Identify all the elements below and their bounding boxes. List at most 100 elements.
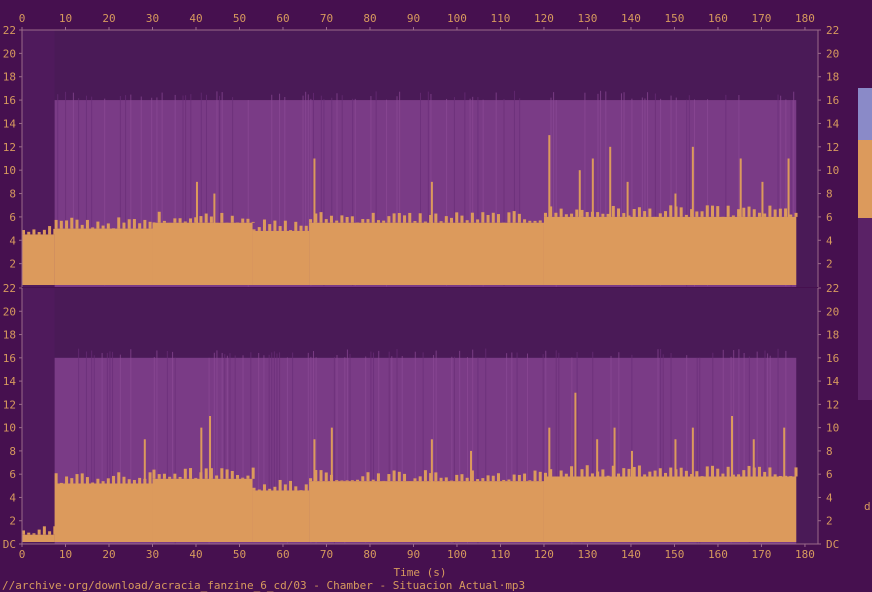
- band-edge: [366, 219, 370, 223]
- y-tick-label: 18: [826, 71, 839, 84]
- band-edge: [648, 471, 652, 477]
- band-edge: [268, 488, 272, 491]
- x-tick-label: 70: [320, 12, 333, 25]
- band-edge: [194, 477, 198, 479]
- y-tick-label: 6: [9, 468, 16, 481]
- y-tick-label: 16: [3, 352, 16, 365]
- spectral-peak: [574, 392, 577, 498]
- band-edge: [397, 471, 401, 482]
- band-edge: [75, 219, 79, 229]
- band-edge: [601, 213, 605, 217]
- y-tick-label: 16: [3, 94, 16, 107]
- band-edge: [778, 208, 782, 217]
- band-edge: [112, 475, 116, 484]
- band-edge: [59, 482, 63, 484]
- band-edge: [117, 217, 121, 229]
- band-edge: [538, 471, 542, 482]
- band-edge: [162, 473, 166, 479]
- x-tick-label: 30: [146, 12, 159, 25]
- band-edge: [376, 220, 380, 223]
- band-edge: [768, 205, 772, 217]
- loud-band-segment: [309, 481, 544, 542]
- band-edge: [622, 468, 626, 477]
- band-edge: [273, 486, 277, 491]
- colorbar-peak-band: [858, 88, 872, 140]
- band-edge: [345, 480, 349, 482]
- band-edge: [294, 221, 298, 231]
- x-tick-label: 180: [795, 12, 815, 25]
- band-edge: [148, 221, 152, 229]
- x-tick-label: 60: [276, 12, 289, 25]
- x-tick-label: 140: [621, 548, 641, 561]
- y-tick-label: 4: [826, 234, 833, 247]
- band-edge: [460, 215, 464, 223]
- y-tick-label: 12: [826, 398, 839, 411]
- spectral-peak: [200, 427, 203, 498]
- x-tick-label: 80: [363, 12, 376, 25]
- band-edge: [710, 205, 714, 217]
- x-tick-label: 50: [233, 548, 246, 561]
- band-edge: [309, 219, 313, 223]
- band-edge: [721, 473, 725, 477]
- band-edge: [376, 473, 380, 482]
- loud-band-segment: [252, 230, 310, 285]
- y-tick-label: 18: [826, 329, 839, 342]
- band-edge: [679, 467, 683, 477]
- band-edge: [335, 220, 339, 223]
- band-edge: [392, 213, 396, 223]
- band-edge: [387, 474, 391, 482]
- y-tick-label: 8: [826, 188, 833, 201]
- band-edge: [220, 212, 224, 223]
- band-edge: [319, 470, 323, 482]
- band-edge: [658, 213, 662, 217]
- band-edge: [606, 475, 610, 477]
- y-tick-label: 14: [3, 375, 17, 388]
- band-edge: [773, 474, 777, 477]
- band-edge: [397, 213, 401, 223]
- y-tick-label: 20: [826, 47, 839, 60]
- band-edge: [70, 217, 74, 229]
- spectral-peak: [691, 146, 694, 241]
- spectral-peak: [330, 427, 333, 498]
- spectral-peak: [752, 439, 755, 498]
- band-edge: [37, 529, 41, 535]
- spectral-peak: [143, 439, 146, 498]
- band-edge: [705, 466, 709, 477]
- band-edge: [204, 213, 208, 223]
- band-edge: [324, 219, 328, 223]
- band-edge: [340, 480, 344, 482]
- band-edge: [204, 468, 208, 479]
- band-edge: [80, 224, 84, 229]
- band-edge: [763, 213, 767, 217]
- band-edge: [617, 208, 621, 217]
- band-edge: [695, 211, 699, 217]
- band-edge: [329, 215, 333, 223]
- x-tick-label: 130: [578, 12, 598, 25]
- band-edge: [465, 477, 469, 482]
- y-tick-label: 2: [9, 515, 16, 528]
- x-tick-label: 0: [19, 12, 26, 25]
- spectral-peak: [578, 170, 581, 241]
- band-edge: [559, 208, 563, 217]
- band-edge: [481, 478, 485, 482]
- band-edge: [106, 478, 110, 484]
- colorbar-label: d: [864, 500, 871, 513]
- spectral-peak: [430, 181, 433, 241]
- y-tick-label: 8: [9, 445, 16, 458]
- band-edge: [345, 216, 349, 223]
- band-edge: [278, 226, 282, 231]
- x-tick-label: 160: [708, 12, 728, 25]
- x-axis-title: Time (s): [394, 566, 447, 579]
- band-edge: [132, 479, 136, 484]
- band-edge: [189, 468, 193, 479]
- band-edge: [564, 214, 568, 217]
- spectral-peak: [731, 416, 734, 498]
- x-tick-label: 100: [447, 548, 467, 561]
- band-edge: [486, 214, 490, 223]
- band-edge: [283, 484, 287, 491]
- band-edge: [794, 212, 798, 217]
- band-edge: [294, 486, 298, 491]
- band-edge: [481, 212, 485, 223]
- band-edge: [601, 469, 605, 477]
- band-edge: [324, 472, 328, 482]
